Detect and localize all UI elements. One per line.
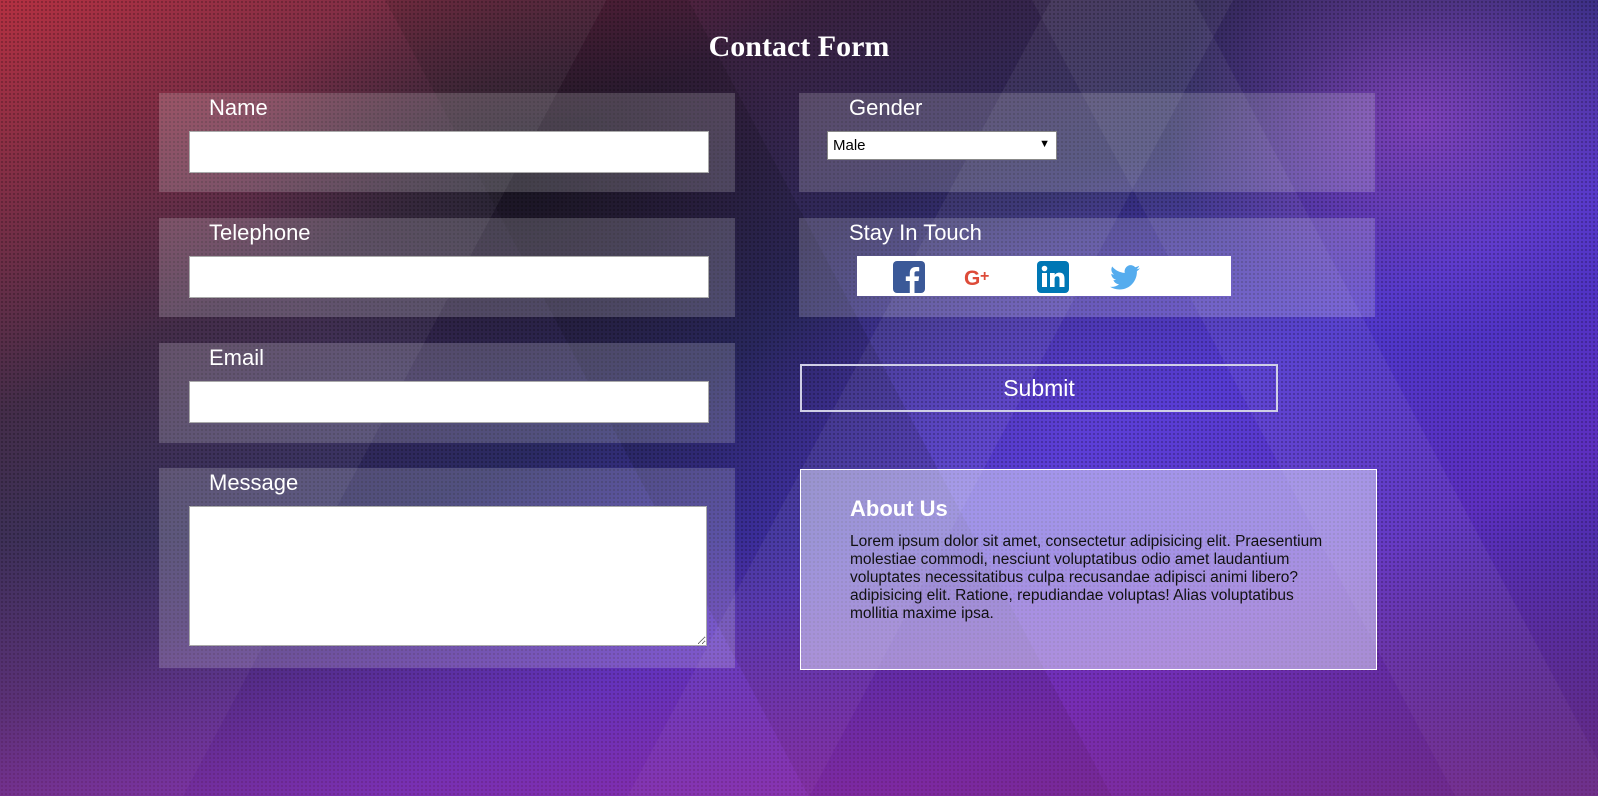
about-us-title: About Us — [850, 496, 948, 521]
email-field-group: Email — [159, 343, 735, 443]
social-field-group: Stay In Touch G + — [799, 218, 1375, 317]
linkedin-icon[interactable] — [1037, 261, 1069, 293]
gender-field-group: Gender Male ▼ — [799, 93, 1375, 192]
about-us-text: Lorem ipsum dolor sit amet, consectetur … — [850, 533, 1323, 622]
message-textarea[interactable] — [189, 506, 707, 646]
telephone-input[interactable] — [189, 256, 709, 298]
email-label: Email — [209, 345, 265, 370]
twitter-icon[interactable] — [1109, 261, 1141, 293]
facebook-icon[interactable] — [893, 261, 925, 293]
social-label: Stay In Touch — [849, 220, 982, 245]
svg-text:G: G — [964, 267, 980, 290]
email-input[interactable] — [189, 381, 709, 423]
submit-button[interactable]: Submit — [800, 364, 1278, 412]
gender-label: Gender — [849, 95, 923, 120]
gender-selected-value: Male — [833, 137, 866, 154]
message-label: Message — [209, 470, 299, 495]
google-plus-icon[interactable]: G + — [963, 261, 995, 293]
telephone-field-group: Telephone — [159, 218, 735, 317]
telephone-label: Telephone — [209, 220, 311, 245]
chevron-down-icon: ▼ — [1039, 138, 1050, 150]
name-input[interactable] — [189, 131, 709, 173]
about-us-box: About Us Lorem ipsum dolor sit amet, con… — [800, 469, 1377, 670]
name-label: Name — [209, 95, 268, 120]
svg-text:+: + — [980, 268, 989, 285]
name-field-group: Name — [159, 93, 735, 192]
message-field-group: Message — [159, 468, 735, 668]
page-title: Contact Form — [708, 30, 890, 63]
gender-select[interactable]: Male ▼ — [827, 131, 1057, 160]
social-links-bar: G + — [857, 256, 1231, 296]
